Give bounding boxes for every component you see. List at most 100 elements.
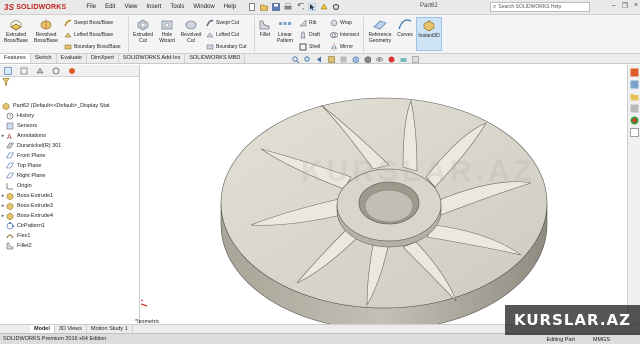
menu-window[interactable]: Window <box>193 4 214 10</box>
menu-file[interactable]: File <box>86 4 96 10</box>
revolved-cut-label: Revolved Cut <box>180 32 202 44</box>
appearances-icon[interactable] <box>630 116 639 125</box>
menu-help[interactable]: Help <box>224 4 236 10</box>
save-icon[interactable] <box>272 3 280 11</box>
zoom-to-fit-icon[interactable] <box>292 56 300 64</box>
property-manager-tab-icon[interactable] <box>20 67 28 75</box>
boundary-boss-button[interactable]: Boundary Boss/Base <box>64 43 121 51</box>
brand-watermark: KURSLAR.AZ <box>505 305 640 335</box>
tree-item-material[interactable]: Duranickel(R) 301 <box>0 141 61 151</box>
menu-tools[interactable]: Tools <box>170 4 184 10</box>
instant3d-button[interactable]: Instant3D <box>416 17 442 51</box>
help-search-input[interactable]: ⌕ Search SOLIDWORKS Help <box>490 2 590 12</box>
tree-item-boss-extrude3[interactable]: ▸ Boss-Extrude3 <box>0 201 53 211</box>
tree-item-flex1[interactable]: Flex1 <box>0 231 30 241</box>
tree-item-right-plane[interactable]: Right Plane <box>0 171 45 181</box>
fillet-button[interactable]: Fillet <box>257 18 273 38</box>
hide-show-icon[interactable] <box>376 56 383 63</box>
new-file-icon[interactable] <box>248 3 256 11</box>
rebuild-icon[interactable] <box>320 3 328 11</box>
mirror-button[interactable]: Mirror <box>330 43 353 51</box>
shell-button[interactable]: Shell <box>299 43 320 51</box>
tab-addins[interactable]: SOLIDWORKS Add-Ins <box>119 54 186 63</box>
design-library-icon[interactable] <box>630 80 639 89</box>
part-model-render[interactable] <box>141 65 626 324</box>
tree-filter[interactable] <box>0 77 139 88</box>
view-palette-icon[interactable] <box>630 104 639 113</box>
dimxpert-tab-icon[interactable] <box>52 67 60 75</box>
tree-item-boss-extrude1[interactable]: ▸ Boss-Extrude1 <box>0 191 53 201</box>
rib-button[interactable]: Rib <box>299 19 317 27</box>
graphics-area[interactable]: KURSLAR.AZ <box>141 65 626 324</box>
filter-icon <box>1 78 11 86</box>
undo-icon[interactable] <box>296 2 306 11</box>
tab-mbd[interactable]: SOLIDWORKS MBD <box>185 54 246 63</box>
linear-pattern-icon <box>279 22 291 25</box>
extruded-cut-button[interactable]: Extruded Cut <box>131 18 155 44</box>
tab-model[interactable]: Model <box>30 325 55 333</box>
tree-item-sensors[interactable]: Sensors <box>0 121 37 131</box>
print-icon[interactable] <box>284 3 292 11</box>
tab-3d-views[interactable]: 3D Views <box>55 325 88 333</box>
menu-insert[interactable]: Insert <box>146 4 161 10</box>
lofted-cut-button[interactable]: Lofted Cut <box>206 31 239 39</box>
dynamic-annotation-icon[interactable] <box>340 56 347 63</box>
tree-item-history[interactable]: History <box>0 111 34 121</box>
linear-pattern-button[interactable]: Linear Pattern <box>274 18 296 44</box>
wrap-button[interactable]: Wrap <box>330 19 352 27</box>
select-cursor-icon[interactable] <box>307 2 317 12</box>
ribbon-separator <box>363 17 364 52</box>
restore-icon[interactable]: ❐ <box>622 2 628 10</box>
feature-tree-tab-icon[interactable] <box>4 67 12 75</box>
tree-item-fillet2[interactable]: Fillet2 <box>0 241 32 251</box>
revolved-boss-button[interactable]: Revolved Boss/Base <box>33 18 59 44</box>
rib-icon <box>299 19 307 27</box>
tree-item-cirpattern1[interactable]: CirPattern1 <box>0 221 45 231</box>
revolved-cut-button[interactable]: Revolved Cut <box>179 18 203 44</box>
custom-properties-icon[interactable] <box>630 128 639 137</box>
configuration-manager-tab-icon[interactable] <box>36 67 44 75</box>
menu-view[interactable]: View <box>124 4 137 10</box>
tree-item-top-plane[interactable]: Top Plane <box>0 161 41 171</box>
display-manager-tab-icon[interactable] <box>68 67 76 75</box>
hole-wizard-button[interactable]: Hole Wizard <box>156 18 178 44</box>
draft-button[interactable]: Draft <box>299 31 320 39</box>
mirror-icon <box>331 43 337 51</box>
status-units[interactable]: MMGS <box>593 337 610 343</box>
tab-motion-study[interactable]: Motion Study 1 <box>87 325 133 333</box>
tab-dimxpert[interactable]: DimXpert <box>87 54 119 63</box>
menu-edit[interactable]: Edit <box>105 4 115 10</box>
close-icon[interactable]: × <box>634 2 638 10</box>
reference-geometry-button[interactable]: Reference Geometry <box>366 18 394 44</box>
file-explorer-icon[interactable] <box>630 92 639 101</box>
extruded-boss-button[interactable]: Extruded Boss/Base <box>3 18 29 44</box>
section-view-icon[interactable] <box>328 56 335 63</box>
tree-item-origin[interactable]: Origin <box>0 181 32 191</box>
tab-sketch[interactable]: Sketch <box>31 54 57 63</box>
zoom-area-icon[interactable] <box>304 56 311 63</box>
boundary-cut-button[interactable]: Boundary Cut <box>206 43 247 51</box>
curves-button[interactable]: Curves <box>396 18 414 38</box>
feature-manager-tabs <box>0 65 139 77</box>
display-style-icon[interactable] <box>364 56 372 64</box>
view-settings-icon[interactable] <box>412 56 419 63</box>
swept-boss-button[interactable]: Swept Boss/Base <box>64 19 113 27</box>
lofted-boss-button[interactable]: Lofted Boss/Base <box>64 31 113 39</box>
tree-root-part[interactable]: Part62 (Default<<Default>_Display Stat <box>2 101 109 111</box>
minimize-icon[interactable]: – <box>612 2 616 10</box>
tab-features[interactable]: Features <box>0 54 31 63</box>
tab-evaluate[interactable]: Evaluate <box>57 54 87 63</box>
tree-item-boss-extrude4[interactable]: ▸ Boss-Extrude4 <box>0 211 53 221</box>
swept-cut-button[interactable]: Swept Cut <box>206 19 239 27</box>
tree-item-annotations[interactable]: ▸ A Annotations <box>0 131 46 141</box>
open-file-icon[interactable] <box>260 3 268 11</box>
view-orientation-icon[interactable] <box>352 56 360 64</box>
previous-view-icon[interactable] <box>316 56 323 63</box>
solidworks-resources-icon[interactable] <box>630 68 639 77</box>
edit-appearance-icon[interactable] <box>388 56 395 63</box>
apply-scene-icon[interactable] <box>400 56 407 63</box>
options-icon[interactable] <box>332 3 340 11</box>
intersect-button[interactable]: Intersect <box>330 31 359 39</box>
solidworks-logo[interactable]: 3S SOLIDWORKS <box>4 3 66 12</box>
tree-item-front-plane[interactable]: Front Plane <box>0 151 45 161</box>
